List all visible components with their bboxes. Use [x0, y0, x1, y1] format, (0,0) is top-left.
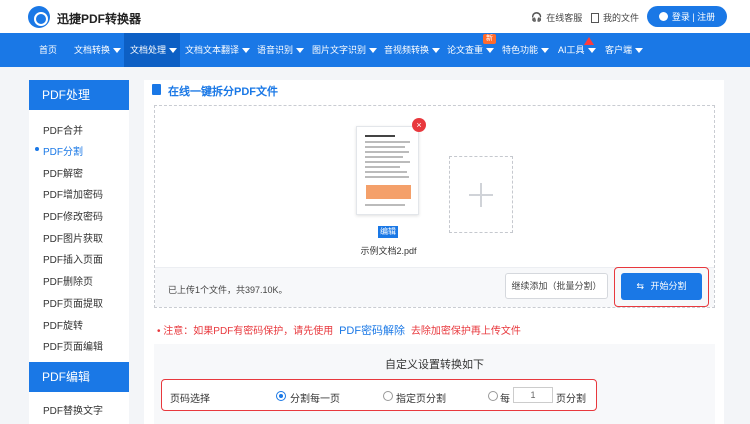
thumb-line [365, 176, 409, 178]
main-nav: 首页 文档转换 文档处理 文档文本翻译 语音识别 图片文字识别 音视频转换 论文… [0, 33, 750, 67]
upload-info-text: 已上传1个文件，共397.10K。 [168, 285, 288, 295]
notice-text: • 注意：如果PDF有密码保护，请先使用 PDF密码解除 去除加密保护再上传文件 [157, 322, 521, 338]
thumb-line [365, 156, 403, 158]
nav-label: 文档处理 [130, 45, 167, 55]
nav-speech[interactable]: 语音识别 [257, 33, 305, 67]
radio-split-each[interactable] [276, 391, 286, 401]
chevron-down-icon [587, 48, 596, 54]
my-files-link[interactable]: 我的文件 [591, 11, 639, 24]
thumb-line [365, 135, 395, 137]
sidebar-section-pdf-process[interactable]: PDF处理 [29, 80, 129, 110]
thumb-chart [366, 185, 411, 199]
thumb-line [365, 151, 409, 153]
nav-label: 首页 [38, 45, 57, 55]
chevron-down-icon [169, 48, 178, 54]
chevron-down-icon [635, 48, 644, 54]
service-link[interactable]: 🎧 在线客服 [531, 11, 582, 24]
chevron-down-icon [541, 48, 550, 54]
chevron-down-icon [432, 48, 441, 54]
sidebar-item-rotate[interactable]: PDF旋转 [43, 317, 83, 332]
start-split-button[interactable]: ⇆ 开始分割 [621, 273, 702, 300]
nav-translate[interactable]: 文档文本翻译 [185, 33, 251, 67]
sidebar-item-merge[interactable]: PDF合并 [43, 122, 83, 137]
radio-split-custom[interactable] [383, 391, 393, 401]
nav-label: 客户端 [605, 45, 633, 55]
password-remove-link[interactable]: PDF密码解除 [339, 325, 405, 337]
nav-doc-process[interactable]: 文档处理 [124, 33, 180, 67]
sidebar-item-decrypt[interactable]: PDF解密 [43, 165, 83, 180]
nav-client[interactable]: 客户端 [605, 33, 644, 67]
nav-label: 特色功能 [502, 45, 539, 55]
edit-file-button[interactable]: 编辑 [378, 226, 398, 238]
sidebar-item-delete-page[interactable]: PDF删除页 [43, 273, 93, 288]
pages-per-split-input[interactable]: 1 [513, 387, 553, 403]
sidebar-item-insert-page[interactable]: PDF插入页面 [43, 251, 103, 266]
login-button[interactable]: 登录 | 注册 [647, 6, 727, 27]
sidebar-item-change-password[interactable]: PDF修改密码 [43, 208, 103, 223]
nav-label: 音视频转换 [384, 45, 430, 55]
nav-label: 论文查重 [447, 45, 484, 55]
active-dot-icon [35, 147, 39, 151]
nav-av-convert[interactable]: 音视频转换 [384, 33, 441, 67]
thumb-line [365, 171, 407, 173]
file-name: 示例文档2.pdf [360, 246, 417, 256]
thumb-line [365, 204, 405, 206]
nav-label: 图片文字识别 [312, 45, 367, 55]
chevron-down-icon [296, 48, 305, 54]
brand-name[interactable]: 迅捷PDF转换器 [57, 10, 141, 27]
thumb-line [365, 141, 410, 143]
nav-label: 文档转换 [74, 45, 111, 55]
plus-icon [480, 183, 482, 207]
thumb-line [365, 166, 400, 168]
sidebar: PDF处理 PDF合并 PDF分割 PDF解密 PDF增加密码 PDF修改密码 … [29, 80, 129, 424]
sidebar-section-pdf-edit[interactable]: PDF编辑 [29, 362, 129, 392]
page-select-label: 页码选择 [170, 394, 210, 405]
start-split-label: 开始分割 [650, 281, 687, 291]
sidebar-item-split[interactable]: PDF分割 [43, 143, 83, 158]
logo-icon[interactable] [28, 6, 50, 28]
radio-label-split-each[interactable]: 分割每一页 [290, 390, 340, 405]
radio-label-split-custom[interactable]: 指定页分割 [396, 390, 446, 405]
sidebar-item-page-extract[interactable]: PDF页面提取 [43, 295, 103, 310]
document-icon [591, 12, 599, 23]
chevron-down-icon [113, 48, 122, 54]
chevron-down-icon [486, 48, 495, 54]
notice-prefix: • 注意：如果PDF有密码保护，请先使用 [157, 326, 334, 337]
settings-title: 自定义设置转换如下 [385, 359, 484, 371]
swap-icon: ⇆ [636, 281, 644, 291]
sidebar-item-page-edit[interactable]: PDF页面编辑 [43, 338, 103, 353]
thumb-line [365, 161, 410, 163]
nav-doc-convert[interactable]: 文档转换 [74, 33, 122, 67]
chevron-down-icon [369, 48, 378, 54]
page-title: 在线一键拆分PDF文件 [168, 86, 278, 98]
radio-label-every-suffix: 页分割 [556, 394, 586, 405]
nav-ocr[interactable]: 图片文字识别 [312, 33, 378, 67]
nav-label: 语音识别 [257, 45, 294, 55]
thumb-line [365, 146, 405, 148]
sidebar-item-replace-text[interactable]: PDF替换文字 [43, 402, 103, 417]
service-label: 在线客服 [546, 13, 583, 23]
radio-split-every[interactable] [488, 391, 498, 401]
new-badge: 新 [483, 34, 496, 44]
sidebar-item-add-password[interactable]: PDF增加密码 [43, 186, 103, 201]
chevron-down-icon [242, 48, 251, 54]
nav-features[interactable]: 特色功能 [502, 33, 550, 67]
up-arrow-icon [584, 37, 594, 45]
nav-home[interactable]: 首页 [33, 33, 63, 67]
radio-label-every-prefix[interactable]: 每 [500, 390, 510, 405]
notice-suffix: 去除加密保护再上传文件 [410, 326, 521, 337]
document-icon [152, 84, 161, 95]
nav-label: 文档文本翻译 [185, 45, 240, 55]
nav-label: AI工具 [558, 45, 585, 55]
continue-add-button[interactable]: 继续添加（批量分割） [505, 273, 608, 299]
delete-file-button[interactable]: × [412, 118, 426, 132]
login-label: 登录 | 注册 [671, 12, 716, 22]
user-icon [658, 12, 668, 21]
sidebar-item-image-extract[interactable]: PDF图片获取 [43, 230, 103, 245]
headset-icon: 🎧 [531, 12, 543, 22]
file-thumbnail[interactable] [356, 126, 419, 215]
my-files-label: 我的文件 [603, 13, 640, 23]
